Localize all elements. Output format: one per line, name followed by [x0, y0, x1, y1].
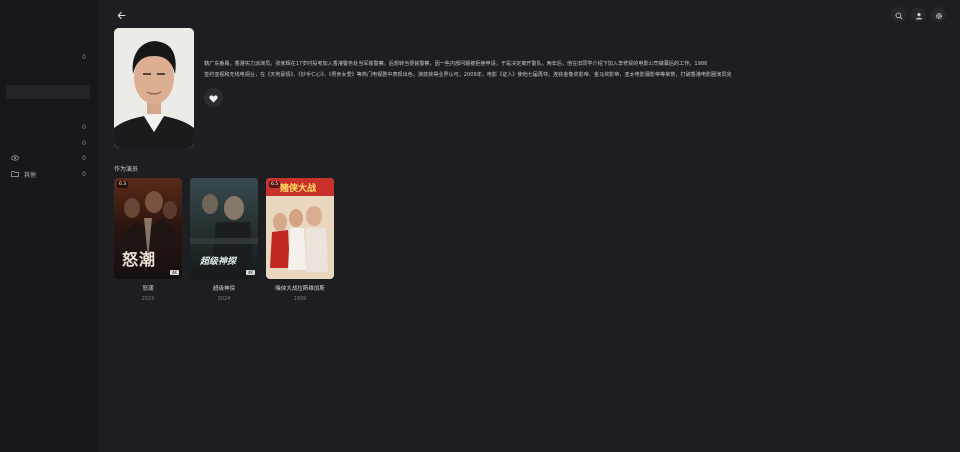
sidebar: 0 0 0 0 其他 0 — [0, 0, 98, 452]
sidebar-item[interactable]: 0 — [11, 152, 90, 164]
sidebar-item-count: 0 — [82, 170, 86, 178]
top-toolbar — [891, 7, 946, 22]
sidebar-item-label: 其他 — [24, 171, 37, 179]
folder-icon — [11, 170, 19, 178]
movie-poster: 赌侠大战 6.5 — [266, 178, 334, 279]
movie-poster: 怒潮 6.3 4K — [114, 178, 182, 279]
movie-title: 怒潮 — [142, 286, 154, 292]
sidebar-item-count: 0 — [82, 123, 86, 131]
movie-year: 2024 — [217, 296, 231, 302]
bio-line: 籍广东番禺，香港实力派演员。张家辉在17岁时投考加入香港警务处当军装警察。后想转… — [204, 61, 708, 67]
back-button[interactable] — [114, 7, 128, 21]
movie-card[interactable]: 赌侠大战 6.5 赌侠大战拉斯维加斯 1999 — [266, 178, 334, 302]
search-icon — [895, 5, 903, 24]
resolution-badge: 4K — [169, 270, 179, 275]
sidebar-item-count: 0 — [82, 53, 86, 61]
sidebar-item[interactable]: 0 — [8, 137, 90, 149]
poster-title: 赌侠大战 — [280, 184, 317, 194]
section-title: 作为演员 — [114, 166, 139, 173]
search-button[interactable] — [891, 7, 906, 22]
movie-year: 2023 — [141, 296, 155, 302]
rating-badge: 6.5 — [269, 181, 281, 188]
heart-icon — [209, 88, 218, 107]
person-bio: 籍广东番禺，香港实力派演员。张家辉在17岁时投考加入香港警务处当军装警察。后想转… — [204, 59, 940, 81]
resolution-badge: 4K — [245, 270, 255, 275]
movie-card[interactable]: 怒潮 6.3 4K 怒潮 2023 — [114, 178, 182, 302]
poster-title: 超级神探 — [200, 257, 237, 267]
sidebar-item[interactable]: 0 — [8, 51, 90, 63]
user-button[interactable] — [911, 7, 926, 22]
sidebar-item-count: 0 — [82, 139, 86, 147]
eye-icon — [11, 154, 19, 162]
rating-badge: 6.3 — [117, 181, 129, 188]
bio-line: 签约亚视和无线电视台，在《天地豪情》、《妙手仁心》、《男亲女爱》等热门电视剧中表… — [204, 72, 732, 78]
arrow-left-icon — [117, 5, 126, 24]
poster-title: 怒潮 — [122, 250, 157, 269]
movie-title: 赌侠大战拉斯维加斯 — [275, 286, 325, 292]
person-photo — [114, 28, 194, 148]
settings-button[interactable] — [931, 7, 946, 22]
favorite-button[interactable] — [204, 88, 223, 107]
sidebar-item[interactable]: 0 — [8, 121, 90, 133]
sidebar-item-count: 0 — [82, 154, 86, 162]
sidebar-item-active[interactable] — [6, 85, 90, 99]
gear-icon — [935, 5, 943, 24]
sidebar-item-other[interactable]: 其他 0 — [11, 168, 90, 180]
user-icon — [915, 5, 923, 24]
movie-card[interactable]: 超级神探 4K 超级神探 2024 — [190, 178, 258, 302]
movie-year: 1999 — [293, 296, 307, 302]
movie-title: 超级神探 — [212, 286, 235, 292]
movie-poster: 超级神探 4K — [190, 178, 258, 279]
